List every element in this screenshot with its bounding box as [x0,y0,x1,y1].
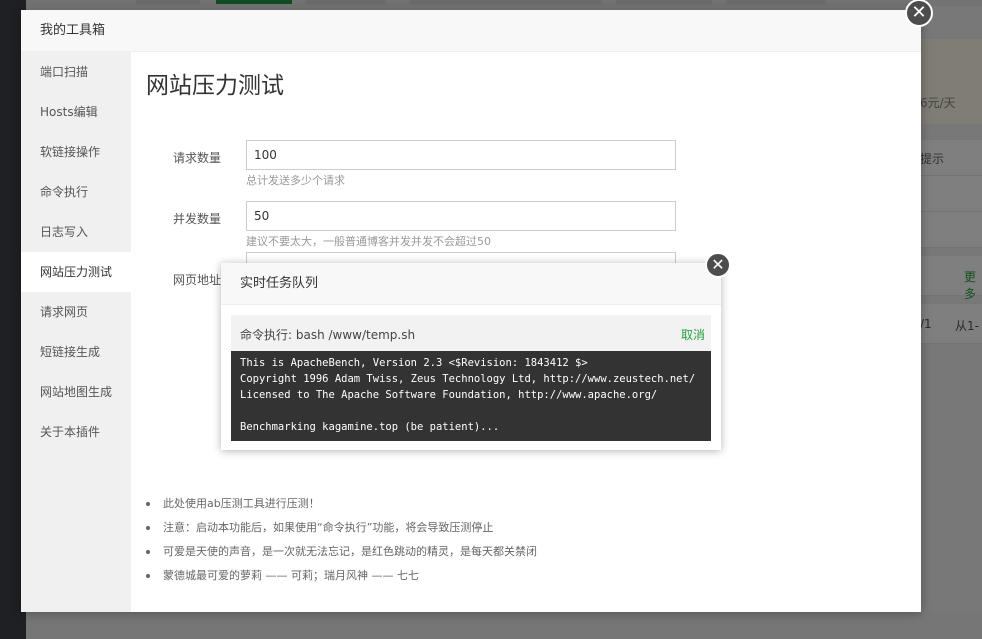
sidebar-item-log-write[interactable]: 日志写入 [21,212,131,252]
concurrency-input[interactable] [246,201,676,231]
url-label: 网页地址 [172,273,221,287]
list-item: 蒙德城最可爱的萝莉 —— 可莉；瑞月风神 —— 七七 [146,564,537,588]
requests-hint: 总计发送多少个请求 [246,174,345,187]
terminal-line: Benchmarking kagamine.top (be patient)..… [240,421,500,433]
sidebar-item-sitemap[interactable]: 网站地图生成 [21,372,131,412]
concurrency-hint: 建议不要太大，一般普通博客并发并发不会超过50 [246,235,491,248]
sidebar-item-about[interactable]: 关于本插件 [21,412,131,452]
sidebar-item-hosts-edit[interactable]: Hosts编辑 [21,92,131,132]
cancel-button[interactable]: 取消 [681,326,705,343]
terminal-output: This is ApacheBench, Version 2.3 <$Revis… [231,351,711,441]
list-item: 可爱是天使的声音，是一次就无法忘记，是红色跳动的精灵，是每天都关禁闭 [146,540,537,564]
terminal-line: Licensed to The Apache Software Foundati… [240,389,658,401]
sidebar-item-port-scan[interactable]: 端口扫描 [21,52,131,92]
close-icon[interactable]: ✕ [905,0,933,27]
terminal-line: Copyright 1996 Adam Twiss, Zeus Technolo… [240,373,696,385]
task-queue-dialog: 实时任务队列 ✕ 命令执行: bash /www/temp.sh 取消 This… [221,252,731,450]
toolbox-sidebar: 端口扫描 Hosts编辑 软链接操作 命令执行 日志写入 网站压力测试 请求网页… [21,52,131,612]
terminal-line: This is ApacheBench, Version 2.3 <$Revis… [240,357,588,369]
task-queue-title: 实时任务队列 [221,263,721,305]
close-icon[interactable]: ✕ [705,252,731,278]
tips-list: 此处使用ab压测工具进行压测！ 注意：启动本功能后，如果使用“命令执行”功能，将… [146,492,537,588]
sidebar-item-stress-test[interactable]: 网站压力测试 [21,252,131,292]
requests-label: 请求数量 [172,151,221,165]
sidebar-item-request-page[interactable]: 请求网页 [21,292,131,332]
page-title: 网站压力测试 [146,73,284,99]
list-item: 注意：启动本功能后，如果使用“命令执行”功能，将会导致压测停止 [146,516,537,540]
concurrency-label: 并发数量 [172,212,221,226]
toolbox-dialog-title: 我的工具箱 [21,10,921,52]
sidebar-item-short-link[interactable]: 短链接生成 [21,332,131,372]
task-row: 命令执行: bash /www/temp.sh 取消 [231,315,711,351]
sidebar-item-command-exec[interactable]: 命令执行 [21,172,131,212]
requests-input[interactable] [246,140,676,170]
sidebar-item-symlink[interactable]: 软链接操作 [21,132,131,172]
list-item: 此处使用ab压测工具进行压测！ [146,492,537,516]
task-command: 命令执行: bash /www/temp.sh [240,328,416,342]
